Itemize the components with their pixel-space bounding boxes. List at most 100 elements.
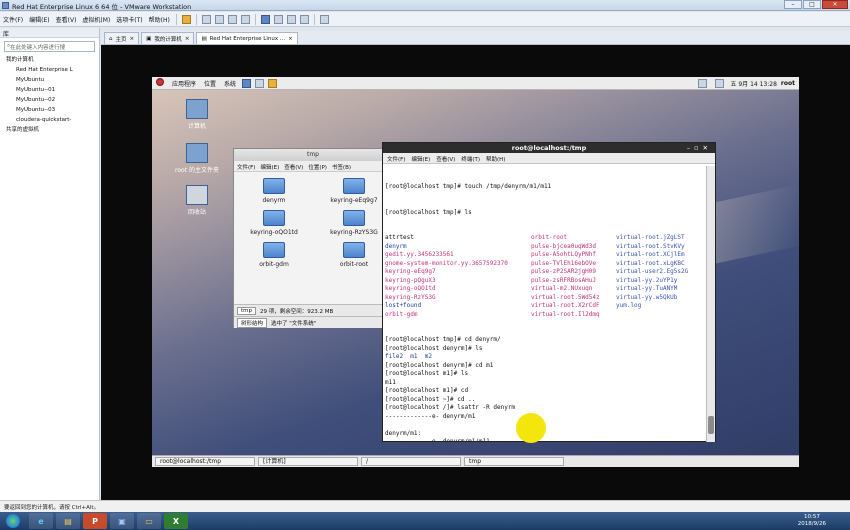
send-ctrl-alt-del-icon[interactable] [201,14,211,24]
home-folder-icon [186,143,208,163]
notes-icon[interactable] [268,78,278,88]
ls-entry: virtual-root.StvKVy [616,242,685,250]
terminal-line: -------------e- denyrm/m1 [385,412,476,420]
tree-item-vm[interactable]: MyUbuntu [6,75,99,85]
vmware-icon [2,2,9,9]
tab-home[interactable]: ⌂ 主页 × [104,32,140,44]
location-select[interactable]: tmp [237,306,257,315]
menu-help[interactable]: 帮助(H) [146,15,173,24]
term-menu-terminal[interactable]: 终端(T) [461,155,480,163]
terminal-window-controls[interactable]: –▫✕ [687,143,712,153]
terminal-output[interactable]: [root@localhost tmp]# touch /tmp/denyrm/… [385,166,705,441]
tree-item-vm[interactable]: MyUbuntu--03 [6,105,99,115]
ls-column: orbit-root pulse-bjcea0uqWd3d pulse-A5ohtL… [531,234,600,319]
ie-icon[interactable]: e [29,513,53,529]
terminal-line: -------------e- denyrm/m1/m11 [385,438,705,441]
tree-item-shared-vms[interactable]: 共享的虚拟机 [6,125,99,135]
ls-entry: denyrm [385,242,407,250]
fm-menu-view[interactable]: 查看(V) [284,163,303,171]
menu-vm[interactable]: 虚拟机(M) [79,15,113,24]
network-icon[interactable] [698,78,708,88]
term-menu-view[interactable]: 查看(V) [436,155,455,163]
guest-menu-system[interactable]: 系统 [220,79,240,88]
snapshot-manager-icon[interactable] [240,14,250,24]
tree-item-my-computer[interactable]: 我的计算机 [6,55,99,65]
task-terminal[interactable]: root@localhost:/tmp [155,457,255,466]
ls-entry: pulse-zsRFRBosAHuJ [531,276,597,284]
folder-icon [263,178,285,194]
desktop-home-folder[interactable]: root 的主文件夹 [172,143,222,174]
tab-my-computer[interactable]: ▣ 我的计算机 × [141,32,195,44]
start-button[interactable] [0,512,26,530]
revert-snapshot-icon[interactable] [227,14,237,24]
terminal-title: root@localhost:/tmp [511,144,587,152]
fm-menu-go[interactable]: 位置(P) [308,163,327,171]
ls-entry: gedit.yy.3456233561 [385,251,454,258]
explorer-icon[interactable]: ▤ [56,513,80,529]
tree-item-vm[interactable]: MyUbuntu--02 [6,95,99,105]
file-name: orbit-gdm [259,261,289,268]
term-menu-edit[interactable]: 编辑(E) [411,155,430,163]
library-panel: 库 ⌕ 在此处键入内容进行搜 我的计算机 Red Hat Enterprise … [0,28,100,500]
menu-file[interactable]: 文件(F) [0,15,26,24]
guest-menu-places[interactable]: 位置 [200,79,220,88]
file-name: denyrm [262,197,286,204]
close-icon[interactable]: × [288,36,293,42]
tree-item-vm[interactable]: cloudera-quickstart- [6,115,99,125]
file-item[interactable]: keyring-oQO1td [234,210,314,236]
vm-status-bar: 要返回到您的计算机，请按 Ctrl+Alt。 [0,500,850,512]
full-screen-icon[interactable] [286,14,296,24]
powerpoint-icon[interactable]: P [83,513,107,529]
task-tmp-folder[interactable]: tmp [464,457,564,466]
folder-icon[interactable]: ▭ [137,513,161,529]
menu-tabs[interactable]: 选项卡(T) [113,15,145,24]
sidebar-mode-select[interactable]: 树形结构 [237,317,268,328]
tree-item-vm[interactable]: MyUbuntu--01 [6,85,99,95]
ls-entry: virtual-user2.Eg5s2G [616,268,689,275]
vmware-icon[interactable]: ▣ [110,513,134,529]
ls-entry: virtual-m2.NUxuqn [531,285,593,292]
fm-menu-edit[interactable]: 编辑(E) [260,163,279,171]
terminal-window[interactable]: root@localhost:/tmp –▫✕ 文件(F) 编辑(E) 查看(V… [382,142,716,442]
guest-menu-apps[interactable]: 应用程序 [168,79,200,88]
term-menu-file[interactable]: 文件(F) [387,155,405,163]
menu-view[interactable]: 查看(V) [53,15,80,24]
unity-icon[interactable] [299,14,309,24]
thumbnail-bar-icon[interactable] [273,14,283,24]
terminal-scrollbar[interactable] [706,166,715,442]
guest-datetime[interactable]: 五 9月 14 13:28 [730,79,776,88]
show-library-icon[interactable] [260,14,270,24]
fm-menu-bookmarks[interactable]: 书签(B) [332,163,351,171]
system-clock[interactable]: 10:57 2018/9/26 [798,514,850,528]
close-icon[interactable]: × [130,36,135,42]
volume-icon[interactable] [715,78,725,88]
guest-taskbar: root@localhost:/tmp [计算机] / tmp [152,455,799,467]
close-button[interactable]: ✕ [822,0,848,9]
file-item[interactable]: orbit-gdm [234,242,314,268]
excel-icon[interactable]: X [164,513,188,529]
tab-rhel[interactable]: ▤ Red Hat Enterprise Linux ... × [196,32,298,44]
scrollbar-thumb[interactable] [708,416,714,434]
guest-user[interactable]: root [781,80,795,87]
desktop-computer[interactable]: 计算机 [172,99,222,130]
close-icon[interactable]: × [185,36,190,42]
fm-menu-file[interactable]: 文件(F) [237,163,255,171]
console-view-icon[interactable] [319,14,329,24]
tree-item-vm[interactable]: Red Hat Enterprise L [6,65,99,75]
menu-bar: 文件(F) 编辑(E) 查看(V) 虚拟机(M) 选项卡(T) 帮助(H) [0,12,850,27]
ls-entry: pulse-bjcea0uqWd3d [531,242,597,250]
pause-icon[interactable] [181,14,191,24]
file-manager-window[interactable]: tmp 文件(F) 编辑(E) 查看(V) 位置(P) 书签(B) denyrm… [233,148,394,328]
browser-icon[interactable] [242,78,252,88]
library-search-input[interactable]: ⌕ 在此处键入内容进行搜 [4,41,95,52]
menu-edit[interactable]: 编辑(E) [26,15,52,24]
desktop-trash[interactable]: 回收站 [172,185,222,216]
file-item[interactable]: denyrm [234,178,314,204]
minimize-button[interactable]: – [784,0,802,9]
term-menu-help[interactable]: 帮助(H) [486,155,505,163]
task-computer[interactable]: [计算机] [258,457,358,466]
snapshot-icon[interactable] [214,14,224,24]
task-root-folder[interactable]: / [361,457,461,466]
maximize-button[interactable]: □ [803,0,821,9]
mail-icon[interactable] [255,78,265,88]
